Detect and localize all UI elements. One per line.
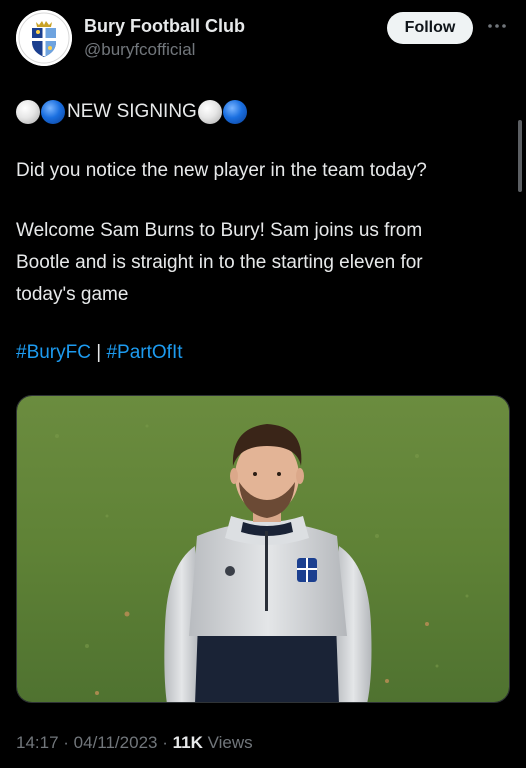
scrollbar[interactable] bbox=[518, 120, 522, 192]
hashtag-line: #BuryFC | #PartOfIt bbox=[16, 340, 183, 365]
meta-separator: · bbox=[157, 733, 173, 752]
tweet-photo[interactable] bbox=[16, 395, 510, 703]
tweet-welcome-line: Bootle and is straight in to the startin… bbox=[16, 252, 423, 273]
tweet-date[interactable]: 04/11/2023 bbox=[74, 733, 158, 752]
avatar[interactable] bbox=[16, 10, 72, 66]
tweet-question: Did you notice the new player in the tea… bbox=[16, 160, 427, 181]
follow-button[interactable]: Follow bbox=[387, 12, 473, 44]
account-handle[interactable]: @buryfcofficial bbox=[84, 40, 195, 60]
hashtag-link[interactable]: #PartOfIt bbox=[106, 342, 182, 363]
views-count: 11K bbox=[172, 733, 203, 752]
views-label: Views bbox=[207, 733, 253, 752]
tweet-welcome-line: Welcome Sam Burns to Bury! Sam joins us … bbox=[16, 220, 423, 241]
tweet-meta: 14:17 · 04/11/2023 · 11K Views bbox=[16, 733, 253, 753]
signing-text: NEW SIGNING bbox=[67, 101, 197, 122]
club-crest-icon bbox=[16, 10, 72, 66]
meta-separator: · bbox=[58, 733, 74, 752]
more-options-icon[interactable] bbox=[485, 14, 509, 38]
blue-circle-icon bbox=[41, 100, 65, 124]
tweet-time[interactable]: 14:17 bbox=[16, 733, 59, 752]
display-name[interactable]: Bury Football Club bbox=[84, 16, 245, 37]
white-circle-icon bbox=[16, 100, 40, 124]
hashtag-link[interactable]: #BuryFC bbox=[16, 342, 91, 363]
player-photo-illustration bbox=[17, 396, 509, 702]
signing-headline: NEW SIGNING bbox=[16, 98, 248, 126]
blue-circle-icon bbox=[222, 100, 247, 124]
hashtag-separator: | bbox=[90, 342, 107, 363]
white-circle-icon bbox=[197, 100, 222, 124]
tweet-welcome-line: today's game bbox=[16, 284, 129, 305]
